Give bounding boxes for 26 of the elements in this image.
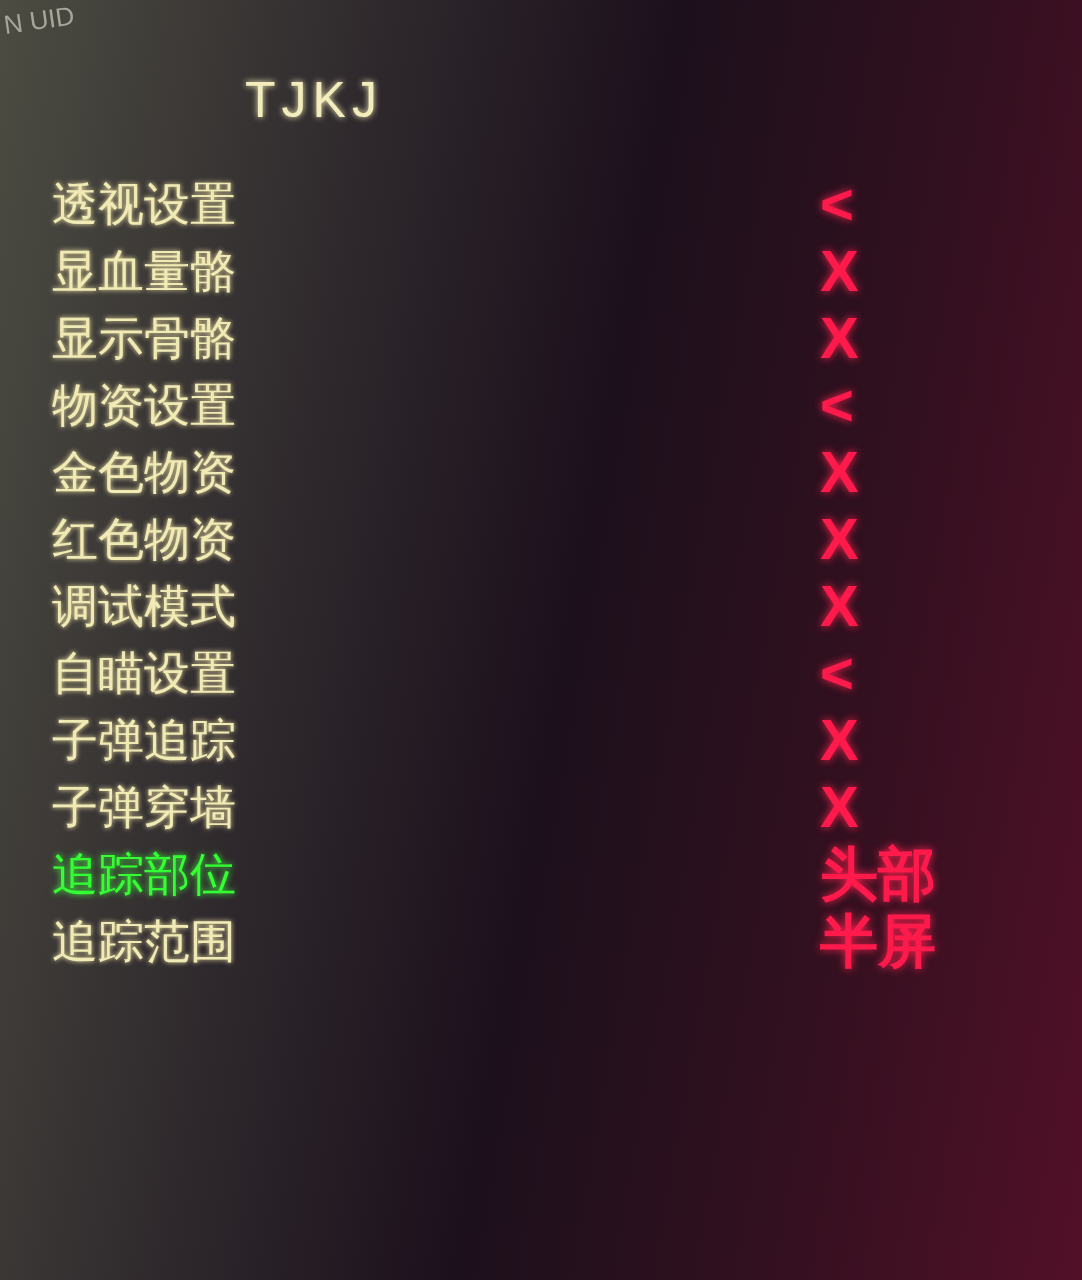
option-value: 半屏 <box>820 909 936 972</box>
menu-item[interactable]: 追踪范围 <box>52 913 236 968</box>
option-value: X <box>820 306 859 369</box>
option-value: < <box>820 373 854 436</box>
menu-item[interactable]: 调试模式 <box>52 578 236 633</box>
option-value: X <box>820 239 859 302</box>
option-value: X <box>820 708 859 771</box>
menu-item[interactable]: 显示骨骼 <box>52 310 236 365</box>
option-value: X <box>820 440 859 503</box>
menu-item[interactable]: 子弹穿墙 <box>52 779 236 834</box>
option-value: 头部 <box>820 842 936 905</box>
menu-title: TJKJ <box>245 72 383 128</box>
option-value: < <box>820 641 854 704</box>
menu-item[interactable]: 追踪部位 <box>52 846 236 901</box>
option-value: < <box>820 172 854 235</box>
menu-item[interactable]: 透视设置 <box>52 176 236 231</box>
menu-item[interactable]: 显血量骼 <box>52 243 236 298</box>
menu-item[interactable]: 自瞄设置 <box>52 645 236 700</box>
menu-item[interactable]: 物资设置 <box>52 377 236 432</box>
option-value: X <box>820 775 859 838</box>
uid-label: N UID <box>1 0 77 40</box>
menu-item[interactable]: 红色物资 <box>52 511 236 566</box>
option-value: X <box>820 574 859 637</box>
menu-item[interactable]: 子弹追踪 <box>52 712 236 767</box>
menu-item[interactable]: 金色物资 <box>52 444 236 499</box>
option-value: X <box>820 507 859 570</box>
